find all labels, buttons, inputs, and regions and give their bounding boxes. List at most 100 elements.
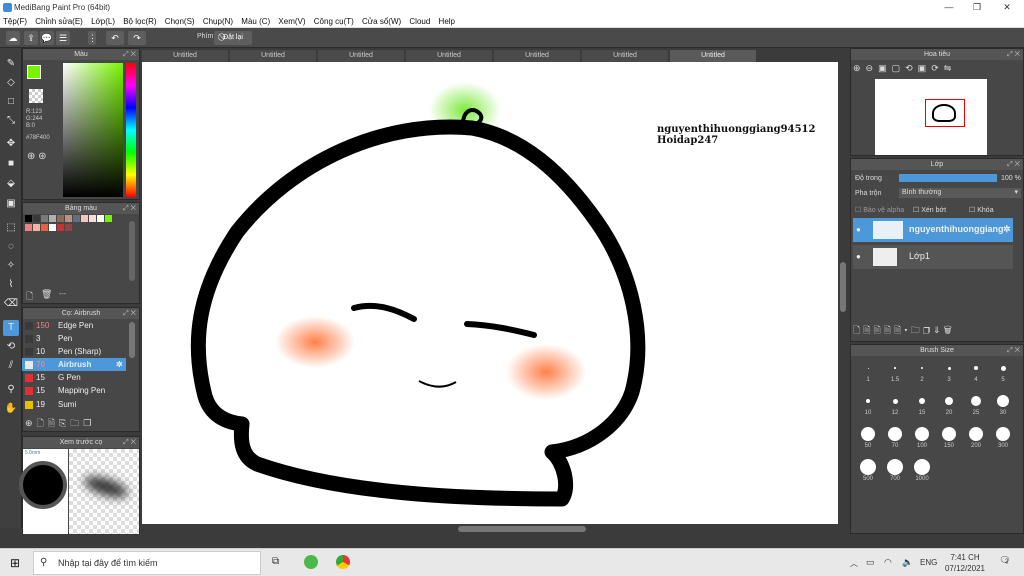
brush-size-option[interactable]: 500 [855, 456, 881, 482]
select-tool-icon[interactable]: ⬚ [3, 220, 19, 236]
brush-size-option[interactable]: 700 [882, 456, 908, 482]
menu-help[interactable]: Help [436, 15, 458, 28]
eye-icon[interactable]: ● [856, 225, 861, 234]
copy-brush-icon[interactable]: ⎘ [59, 418, 70, 428]
palette-swatch[interactable] [97, 215, 104, 222]
palette-swatch[interactable] [33, 215, 40, 222]
new-1bit-layer-icon[interactable]: 🗎 [884, 325, 894, 335]
brush-size-option[interactable]: 12 [882, 390, 908, 416]
dot-tool-icon[interactable]: ⤡ [3, 113, 19, 129]
search-box[interactable]: ⚲ Nhập tại đây để tìm kiếm [33, 551, 261, 575]
palette-swatch[interactable] [25, 224, 32, 231]
brush-tool-icon[interactable]: ✎ [3, 56, 19, 72]
reset-button[interactable]: ⃠Đặt lại [214, 31, 252, 45]
palette-swatch[interactable] [57, 215, 64, 222]
tab-untitled[interactable]: Untitled [494, 50, 580, 62]
scroll-thumb[interactable] [840, 262, 846, 312]
brush-item[interactable]: 150 Edge Pen [22, 319, 126, 332]
layer-row[interactable]: ● Lớp1 [853, 245, 1013, 269]
close-icon[interactable]: ⤢ ✕ [123, 203, 136, 214]
brush-size-option[interactable]: 4 [963, 357, 989, 383]
tab-untitled[interactable]: Untitled [406, 50, 492, 62]
task-view-icon[interactable]: ⧉ [272, 556, 279, 567]
brush-item[interactable]: 3 Pen [22, 332, 126, 345]
app-icon[interactable] [304, 555, 318, 569]
menu-color[interactable]: Màu (C) [238, 15, 273, 28]
move-tool-icon[interactable]: ✥ [3, 136, 19, 152]
bucket-tool-icon[interactable]: ⬙ [3, 176, 19, 192]
network-icon[interactable]: ◠ [884, 557, 892, 568]
reset-view-icon[interactable]: ▣ [918, 63, 932, 73]
brush-item[interactable]: 15 Mapping Pen [22, 384, 126, 397]
eyedropper-icon[interactable]: ⚲ [3, 382, 19, 398]
close-icon[interactable]: ⤢ ✕ [1007, 49, 1020, 60]
menu-cloud[interactable]: Cloud [406, 15, 433, 28]
tab-untitled-active[interactable]: Untitled [670, 50, 756, 62]
palette-swatch[interactable] [105, 215, 112, 222]
windows-start-icon[interactable]: ⊞ [10, 556, 20, 570]
rectangle-tool-icon[interactable]: □ [3, 94, 19, 110]
brush-size-option[interactable]: 3 [936, 357, 962, 383]
brush-size-option[interactable]: 1000 [909, 456, 935, 482]
opacity-slider[interactable] [899, 174, 997, 182]
palette-swatch[interactable] [57, 224, 64, 231]
palette-swatch[interactable] [49, 215, 56, 222]
trash-icon[interactable]: 🗑 [41, 289, 52, 300]
clock[interactable]: 7:41 CH 07/12/2021 [940, 552, 990, 574]
palette-swatch[interactable] [41, 224, 48, 231]
hue-slider[interactable] [126, 63, 136, 197]
brush-size-option[interactable]: 15 [909, 390, 935, 416]
palette-swatch[interactable] [25, 215, 32, 222]
brush-item-selected[interactable]: 70 Airbrush ✲ [22, 358, 126, 371]
palette-swatch[interactable] [89, 215, 96, 222]
language-indicator[interactable]: ENG [920, 558, 937, 567]
brush-settings-icon[interactable]: 🗎 [48, 418, 59, 428]
brush-size-option[interactable]: 70 [882, 423, 908, 449]
hand-tool-icon[interactable]: ✋ [3, 401, 19, 417]
menu-view[interactable]: Xem(V) [275, 15, 308, 28]
folder-icon[interactable]: 🗀 [70, 418, 83, 428]
palette-swatch[interactable] [73, 215, 80, 222]
tab-untitled[interactable]: Untitled [230, 50, 316, 62]
brush-size-option[interactable]: 20 [936, 390, 962, 416]
folder-icon[interactable]: 🗀 [911, 325, 923, 335]
gradient-tool-icon[interactable]: ▣ [3, 196, 19, 212]
menu-file[interactable]: Tệp(F) [0, 15, 30, 28]
saturation-value-picker[interactable] [63, 63, 123, 197]
brush-size-option[interactable]: 50 [855, 423, 881, 449]
chrome-icon[interactable] [336, 555, 350, 569]
brush-size-option[interactable]: 10 [855, 390, 881, 416]
brush-size-option[interactable]: 200 [963, 423, 989, 449]
cloud-icon[interactable]: ☁ [6, 31, 20, 45]
divide-tool-icon[interactable]: ⫽ [3, 358, 19, 374]
add-brush-icon[interactable]: ⊕ [25, 418, 37, 428]
brush-size-option[interactable]: 25 [963, 390, 989, 416]
menu-window[interactable]: Cửa sổ(W) [359, 15, 404, 28]
trash-icon[interactable]: 🗑 [944, 325, 955, 335]
fill-rect-tool-icon[interactable]: ■ [3, 156, 19, 172]
brush-size-option[interactable]: 30 [990, 390, 1016, 416]
drawing-canvas[interactable]: nguyenthihuonggiang94512 Hoidap247 [142, 62, 838, 524]
notification-icon[interactable]: 🗨 2 [998, 555, 1012, 569]
new-palette-icon[interactable]: 🗋 [26, 289, 33, 305]
close-icon[interactable]: ⤢ ✕ [123, 308, 136, 319]
menu-snap[interactable]: Chụp(N) [200, 15, 236, 28]
tab-untitled[interactable]: Untitled [582, 50, 668, 62]
brush-size-option[interactable]: 1 [855, 357, 881, 383]
close-button[interactable]: ✕ [992, 0, 1022, 15]
palette-swatch[interactable] [65, 224, 72, 231]
close-icon[interactable]: ⤢ ✕ [1007, 345, 1020, 356]
brush-size-option[interactable]: 5 [990, 357, 1016, 383]
transparent-color[interactable] [29, 89, 43, 103]
brush-item[interactable]: 10 Pen (Sharp) [22, 345, 126, 358]
brush-item[interactable]: 19 Sumi [22, 398, 126, 411]
new-8bit-layer-icon[interactable]: 🗎 [874, 325, 884, 335]
eraser-tool-icon[interactable]: ◇ [3, 75, 19, 91]
lasso-tool-icon[interactable]: ◌ [3, 239, 19, 255]
brush-size-option[interactable]: 100 [909, 423, 935, 449]
select-eraser-icon[interactable]: ⌫ [3, 296, 19, 312]
flip-icon[interactable]: ⇋ [944, 63, 957, 73]
palette-swatch[interactable] [49, 224, 56, 231]
protect-alpha-checkbox[interactable]: ☐ Bảo vệ alpha [855, 206, 904, 214]
palette-swatch[interactable] [65, 215, 72, 222]
